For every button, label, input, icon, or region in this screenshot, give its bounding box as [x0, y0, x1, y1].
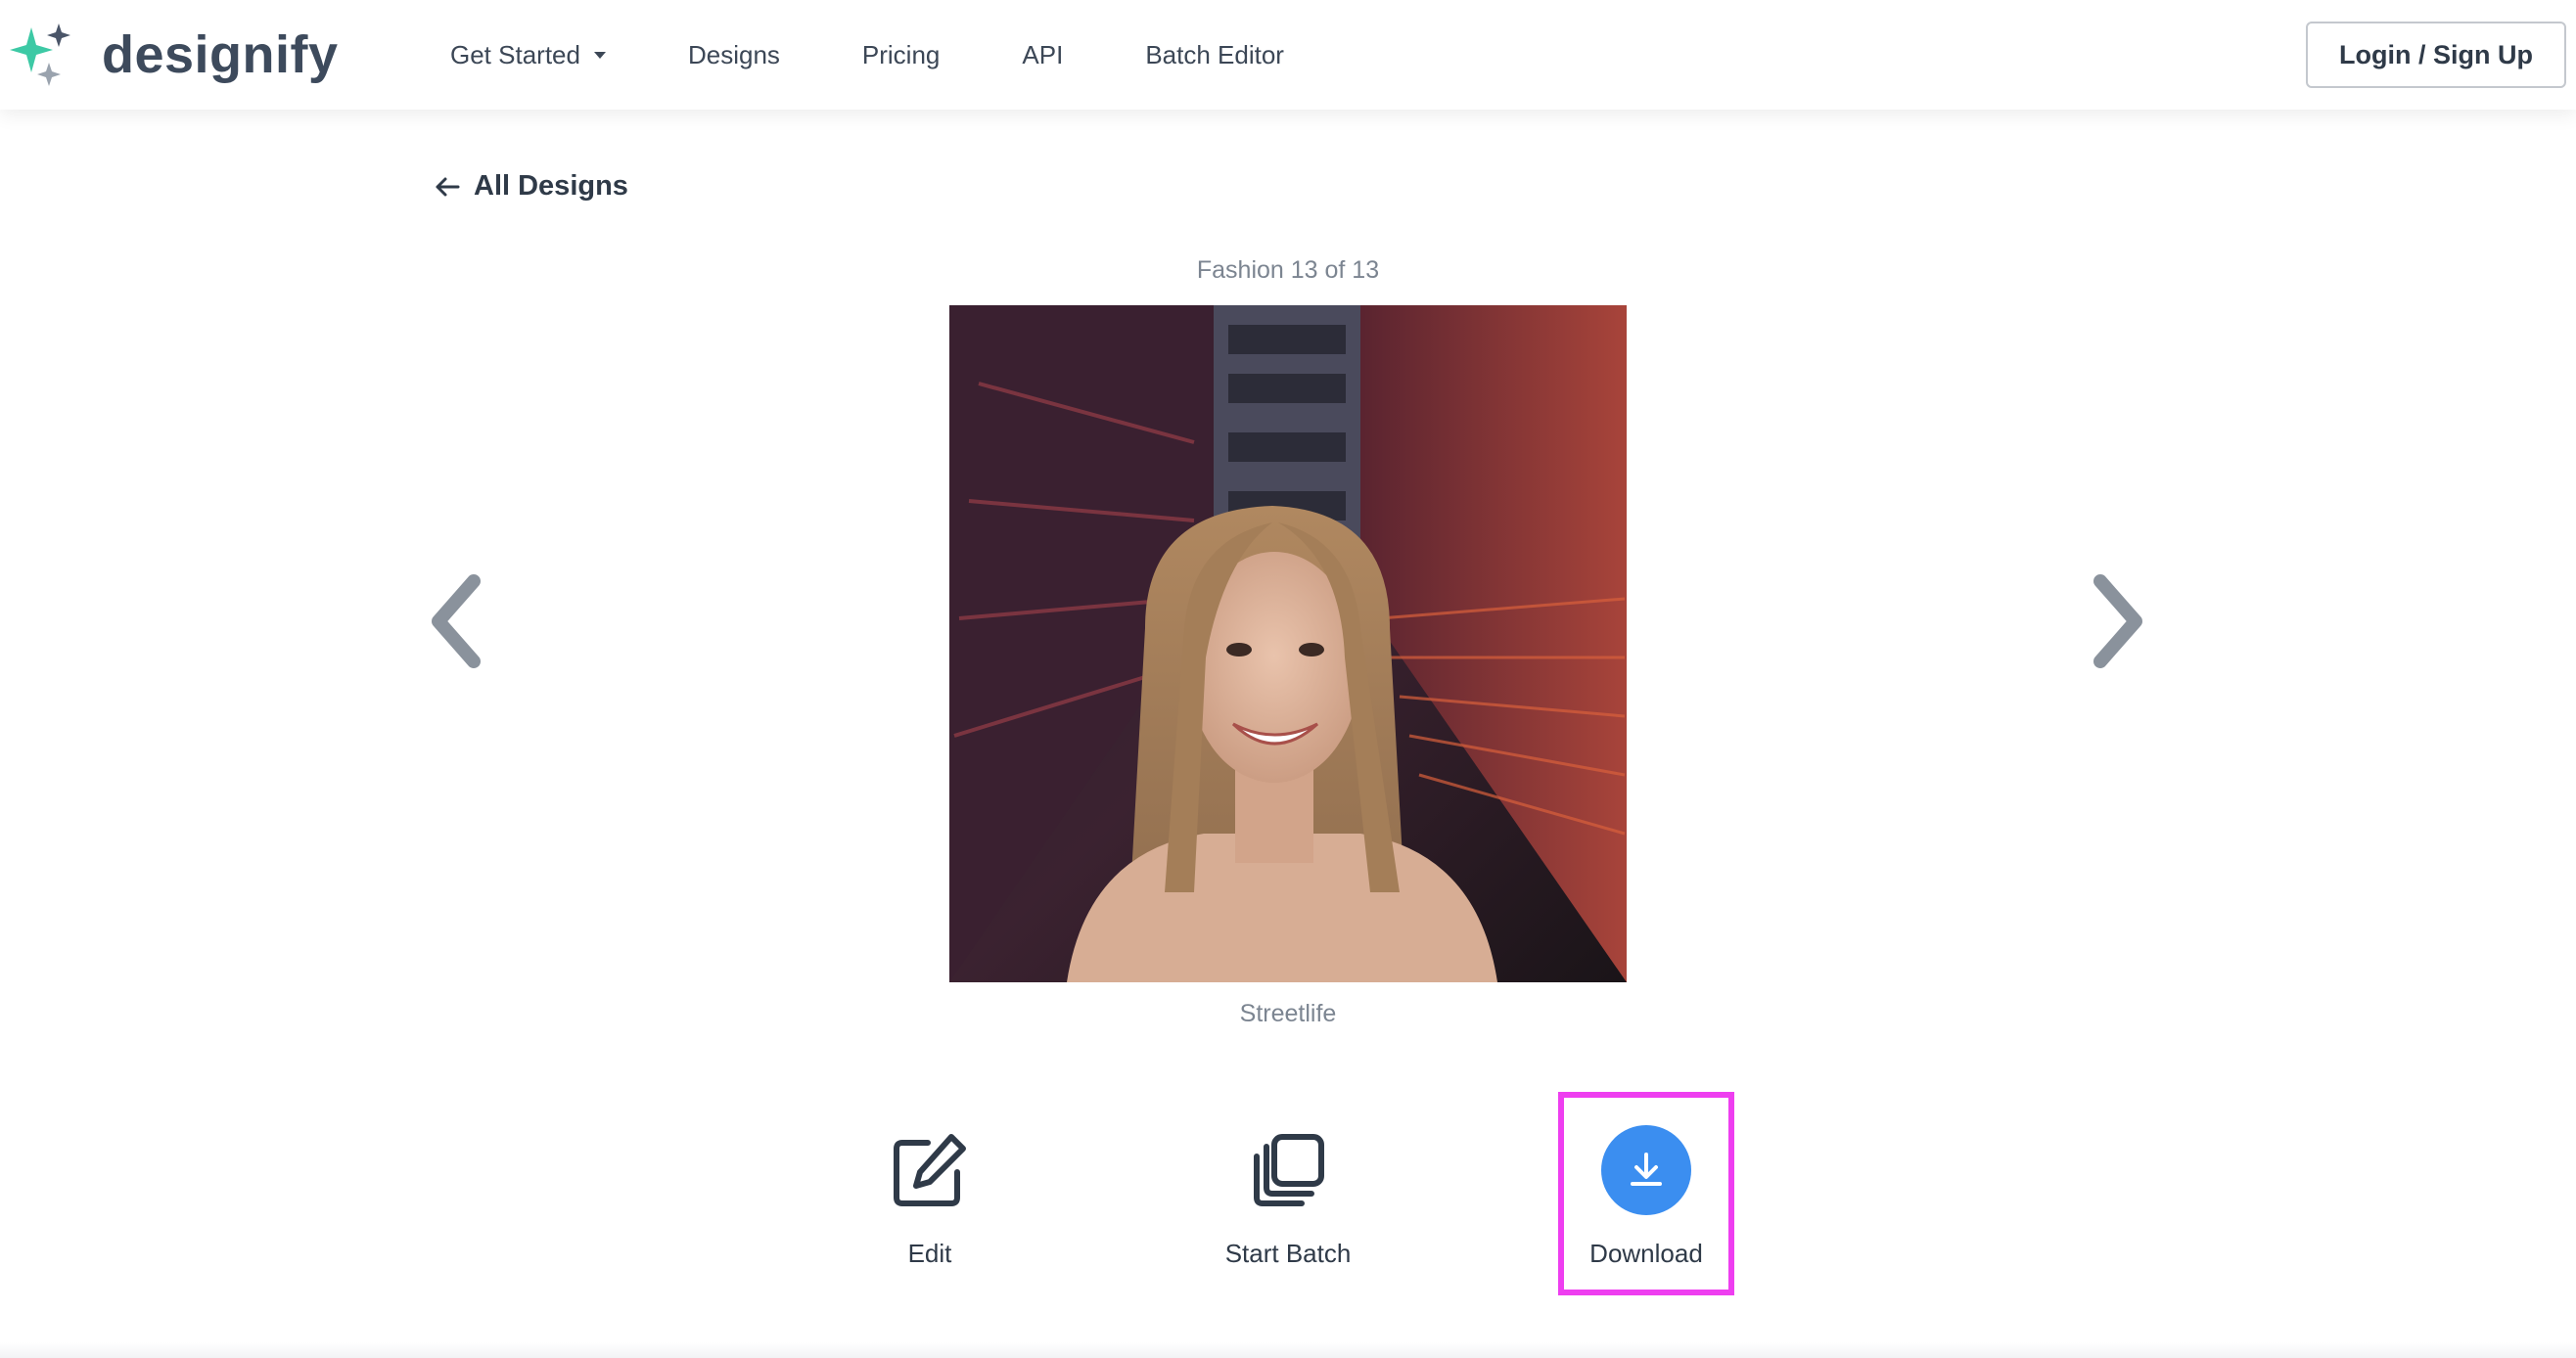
start-batch-button[interactable]: Start Batch	[1171, 1123, 1405, 1269]
streetlife-photo	[949, 305, 1627, 982]
next-design-button[interactable]	[2083, 567, 2151, 675]
download-button[interactable]: Download	[1529, 1123, 1764, 1269]
footer-shade	[0, 1342, 2576, 1358]
arrow-left-icon	[436, 177, 460, 196]
nav-get-started[interactable]: Get Started	[450, 40, 606, 70]
nav-pricing[interactable]: Pricing	[862, 40, 940, 70]
login-signup-button[interactable]: Login / Sign Up	[2306, 22, 2566, 88]
nav-designs-label: Designs	[687, 39, 780, 69]
nav-batch-editor[interactable]: Batch Editor	[1145, 40, 1284, 70]
download-icon	[1601, 1125, 1691, 1215]
nav-api-label: API	[1022, 39, 1064, 69]
edit-button[interactable]: Edit	[812, 1123, 1047, 1269]
design-preview-image	[949, 305, 1627, 982]
chevron-right-icon	[2093, 574, 2142, 668]
download-icon-wrap	[1599, 1123, 1693, 1217]
top-navbar: designify Get Started Designs Pricing AP…	[0, 0, 2576, 110]
previous-design-button[interactable]	[423, 567, 491, 675]
nav-get-started-label: Get Started	[450, 39, 580, 69]
stack-icon	[1241, 1123, 1335, 1217]
edit-label: Edit	[907, 1239, 952, 1268]
nav-api[interactable]: API	[1022, 40, 1063, 70]
back-to-all-designs-link[interactable]: All Designs	[435, 170, 628, 203]
design-counter: Fashion 13 of 13	[1196, 256, 1380, 284]
edit-icon	[883, 1123, 977, 1217]
nav-designs[interactable]: Designs	[688, 40, 780, 70]
brand-logo[interactable]: designify	[8, 20, 339, 90]
sparkle-logo-icon	[10, 23, 70, 86]
nav-batch-editor-label: Batch Editor	[1145, 39, 1284, 69]
nav-pricing-label: Pricing	[861, 39, 941, 69]
chevron-left-icon	[432, 574, 481, 668]
back-link-label: All Designs	[474, 170, 628, 202]
caret-down-icon	[593, 51, 606, 59]
download-label: Download	[1589, 1239, 1703, 1268]
start-batch-label: Start Batch	[1224, 1239, 1352, 1268]
main-nav: Get Started Designs Pricing API Batch Ed…	[450, 0, 1366, 110]
design-name-caption: Streetlife	[1239, 1000, 1337, 1027]
brand-name: designify	[102, 25, 339, 84]
